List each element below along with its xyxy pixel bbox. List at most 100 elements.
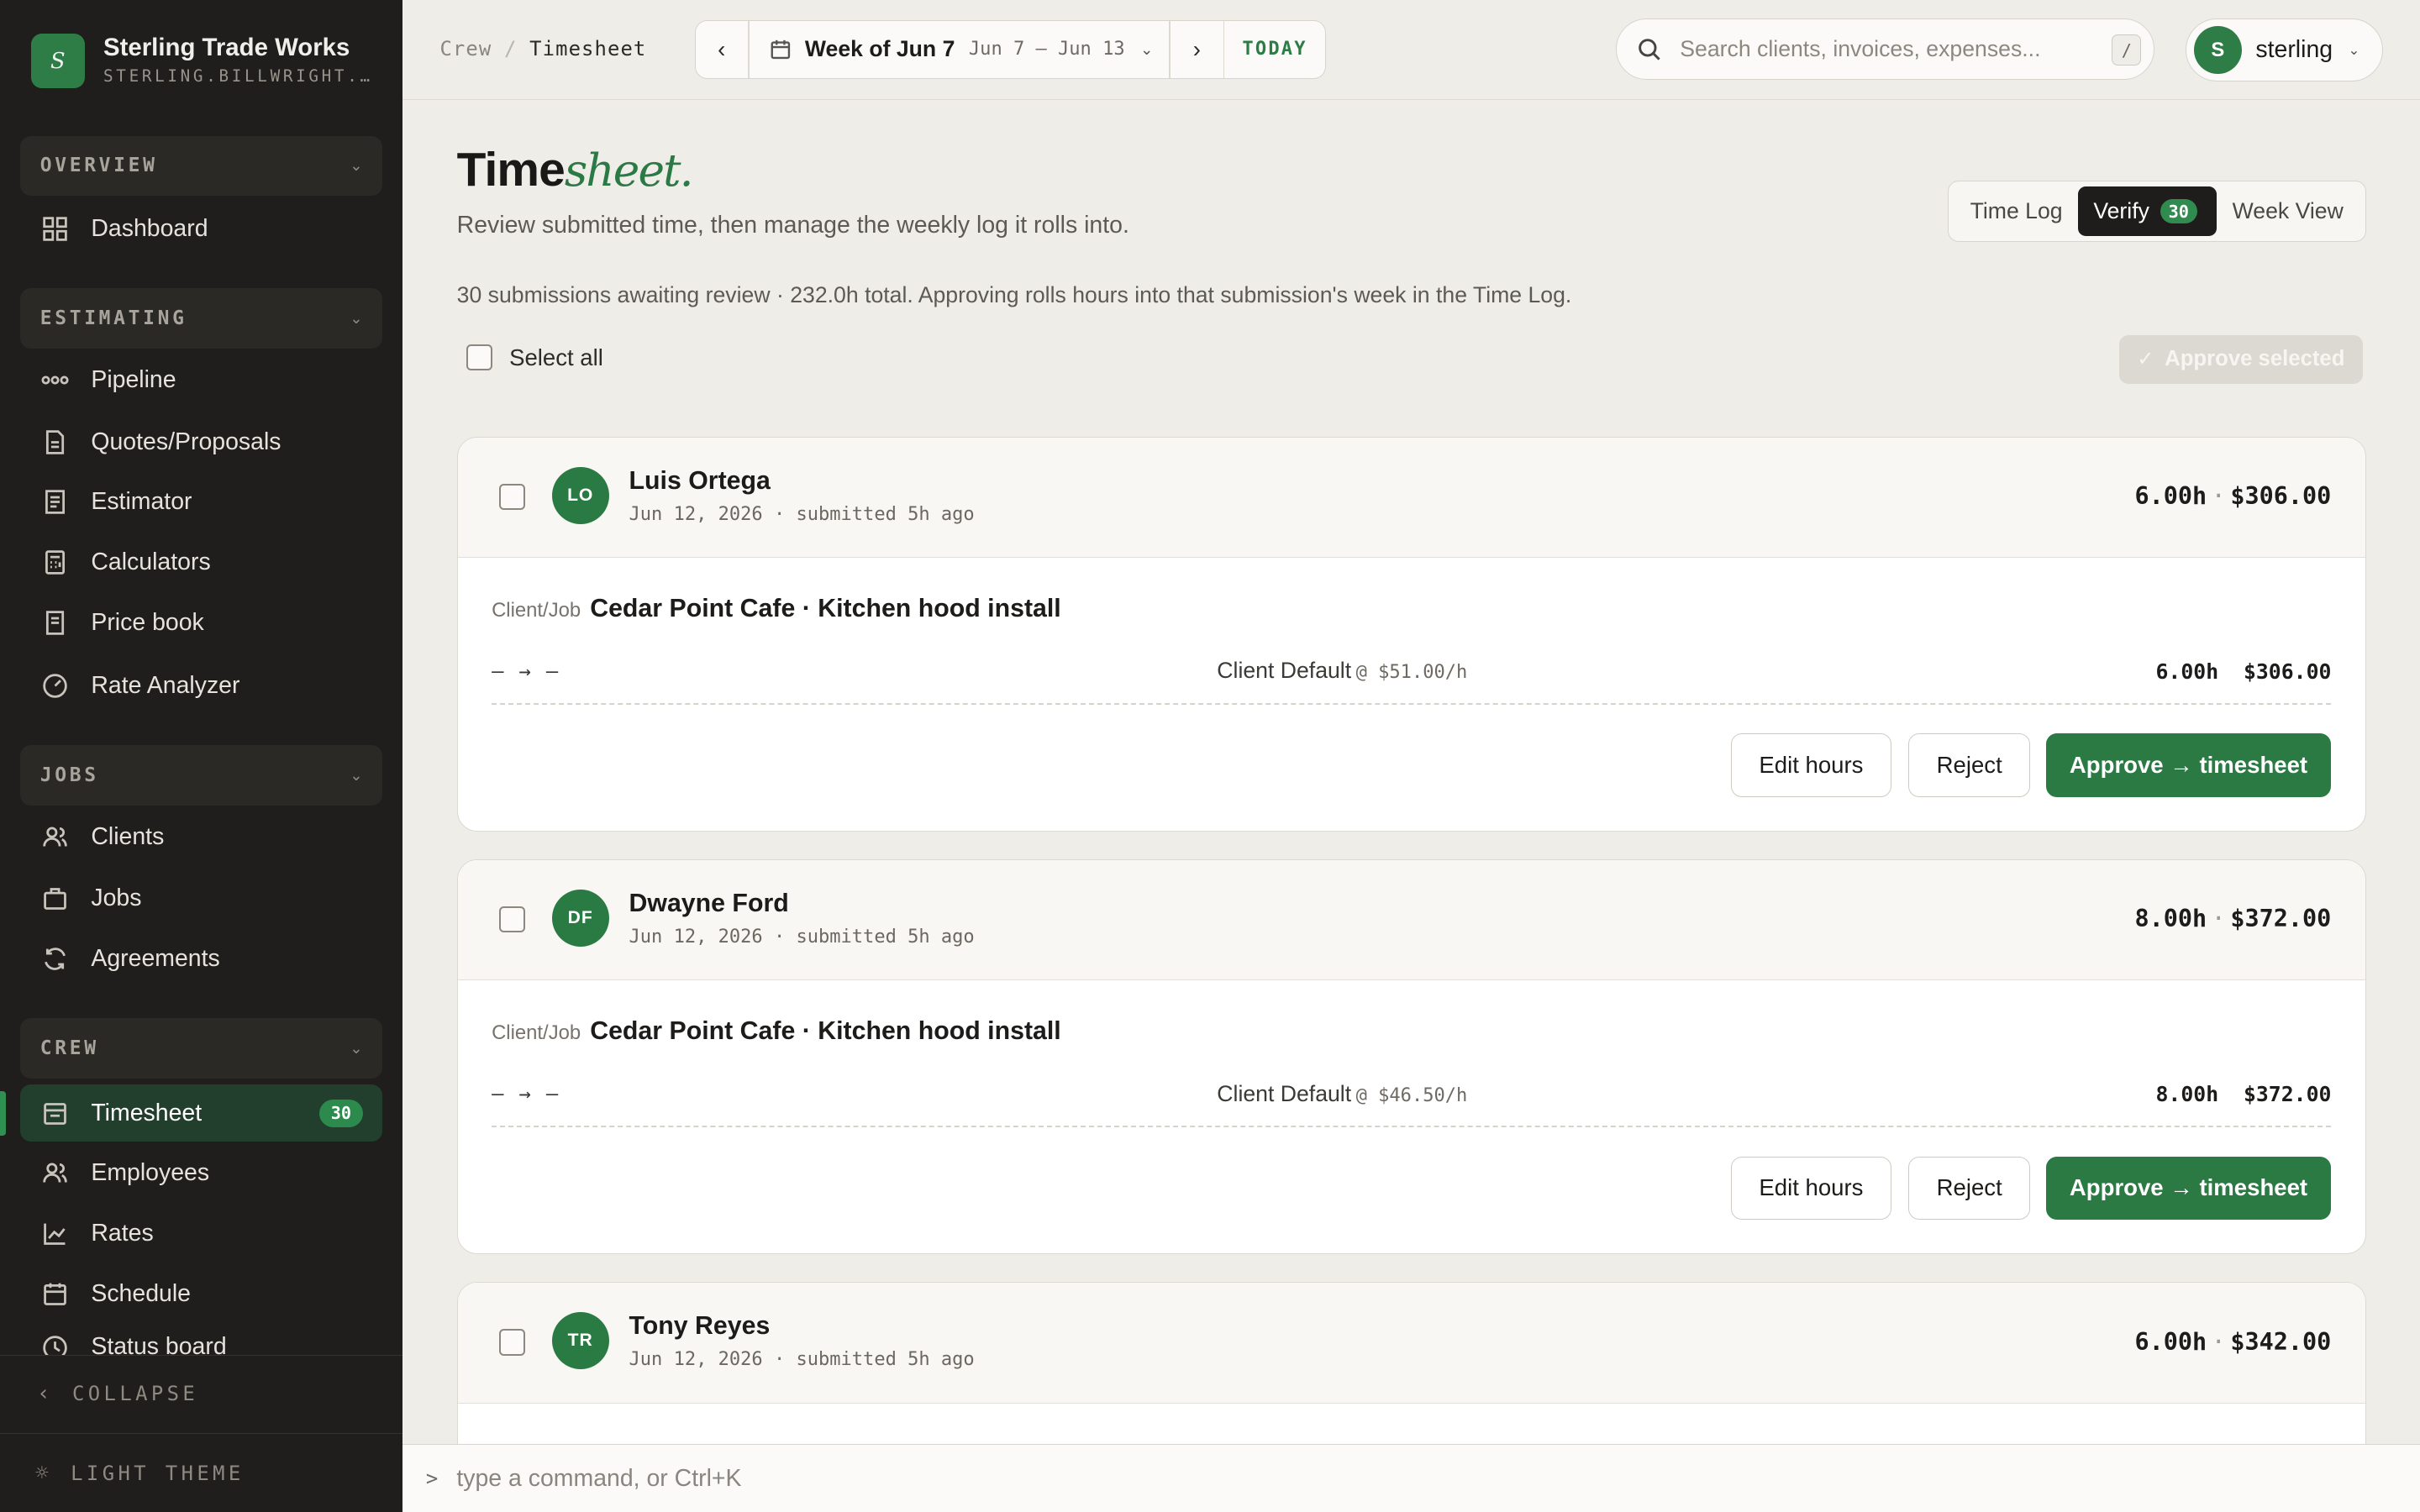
next-week-button[interactable]: ›	[1171, 21, 1223, 78]
submission-checkbox[interactable]	[499, 906, 526, 933]
command-input[interactable]: type a command, or Ctrl+K	[456, 1465, 741, 1493]
reject-button[interactable]: Reject	[1908, 733, 2031, 797]
page-title-main: Time	[456, 142, 566, 197]
section-estimating[interactable]: ESTIMATING ⌄	[19, 288, 383, 349]
sidebar-item-dashboard[interactable]: Dashboard	[20, 201, 383, 258]
time-entry-row: — → — Client Default @ $46.50/h 8.00h $37…	[492, 1074, 2332, 1127]
users-icon	[40, 1158, 70, 1188]
tab-week-view[interactable]: Week View	[2217, 186, 2359, 236]
sidebar-item-price-book[interactable]: Price book	[20, 594, 383, 651]
sidebar-item-rate-analyzer[interactable]: Rate Analyzer	[20, 657, 383, 714]
active-indicator	[0, 1090, 7, 1136]
avatar: S	[2193, 26, 2242, 75]
total-hours: 8.00h	[2134, 905, 2207, 933]
line-amount: $372.00	[2243, 1082, 2332, 1107]
submission-total: 8.00h · $372.00	[2134, 905, 2332, 933]
briefcase-icon	[40, 884, 70, 913]
timesheet-icon	[40, 1099, 70, 1128]
theme-toggle[interactable]: ☼ LIGHT THEME	[0, 1433, 403, 1512]
time-entry-row: — → — Client Default @ $51.00/h 6.00h $30…	[492, 652, 2332, 705]
edit-hours-button[interactable]: Edit hours	[1730, 733, 1891, 797]
sidebar-item-timesheet[interactable]: Timesheet 30	[19, 1084, 383, 1142]
sidebar-item-schedule[interactable]: Schedule	[20, 1265, 383, 1322]
tab-verify[interactable]: Verify 30	[2077, 186, 2217, 236]
section-overview[interactable]: OVERVIEW ⌄	[19, 135, 383, 197]
submission-meta: Jun 12, 2026 · submitted 5h ago	[629, 927, 975, 948]
sidebar-item-estimator[interactable]: Estimator	[20, 474, 383, 531]
approve-button[interactable]: Approve → timesheet	[2045, 733, 2332, 797]
sidebar-item-pipeline[interactable]: Pipeline	[20, 352, 383, 409]
page-subtitle: Review submitted time, then manage the w…	[456, 211, 1129, 239]
sidebar-item-label: Status board	[91, 1332, 227, 1355]
approve-button[interactable]: Approve → timesheet	[2045, 1156, 2332, 1220]
section-title: OVERVIEW	[39, 155, 158, 177]
command-prompt: >	[425, 1467, 439, 1491]
sidebar-item-label: Quotes/Proposals	[91, 428, 281, 455]
breadcrumb-crew[interactable]: Crew	[439, 37, 492, 60]
section-crew[interactable]: CREW ⌄	[19, 1018, 383, 1079]
search-input[interactable]: Search clients, invoices, expenses...	[1680, 36, 2040, 62]
command-bar[interactable]: > type a command, or Ctrl+K	[402, 1444, 2420, 1512]
chevron-down-icon: ⌄	[350, 765, 363, 784]
estimator-icon	[40, 487, 70, 517]
sidebar-item-quotes[interactable]: Quotes/Proposals	[20, 413, 383, 470]
brand-name: Sterling Trade Works	[103, 34, 350, 62]
select-all[interactable]: Select all	[466, 344, 603, 371]
submission-card: LO Luis Ortega Jun 12, 2026 · submitted …	[456, 436, 2366, 832]
page-title: Timesheet.	[456, 142, 694, 197]
week-select[interactable]: Week of Jun 7 Jun 7 – Jun 13 ⌄	[750, 21, 1170, 78]
total-amount: $306.00	[2230, 482, 2332, 511]
submission-checkbox[interactable]	[499, 483, 526, 511]
submission-header: DF Dwayne Ford Jun 12, 2026 · submitted …	[457, 860, 2365, 981]
calculator-icon	[40, 548, 70, 577]
sidebar-item-label: Agreements	[91, 944, 220, 972]
submission-checkbox[interactable]	[499, 1329, 526, 1356]
select-all-checkbox[interactable]	[466, 344, 492, 371]
page-title-italic: sheet.	[564, 144, 694, 197]
employee-name: Tony Reyes	[629, 1312, 771, 1341]
sidebar-item-label: Jobs	[91, 885, 142, 912]
section-jobs[interactable]: JOBS ⌄	[19, 745, 383, 806]
client-job-value: Cedar Point Cafe · Kitchen hood install	[590, 595, 1061, 623]
chevron-down-icon: ⌄	[350, 1039, 363, 1058]
submission-body: Client/Job Cedar Point Cafe · Kitchen hoo…	[458, 558, 2365, 831]
approve-selected-button[interactable]: ✓ Approve selected	[2118, 334, 2363, 385]
gauge-icon	[40, 671, 70, 701]
refresh-icon	[40, 944, 70, 974]
prev-week-button[interactable]: ‹	[696, 21, 748, 78]
view-tabs: Time Log Verify 30 Week View	[1947, 180, 2366, 243]
section-title: ESTIMATING	[39, 307, 187, 330]
global-search[interactable]: Search clients, invoices, expenses... /	[1616, 18, 2155, 81]
submission-meta: Jun 12, 2026 · submitted 5h ago	[629, 503, 975, 525]
total-amount: $342.00	[2230, 1327, 2332, 1356]
sidebar-item-calculators[interactable]: Calculators	[20, 533, 383, 591]
submission-card: DF Dwayne Ford Jun 12, 2026 · submitted …	[456, 859, 2366, 1255]
sidebar-item-jobs[interactable]: Jobs	[20, 870, 383, 927]
collapse-button[interactable]: ‹ COLLAPSE	[0, 1354, 403, 1432]
sun-icon: ☼	[35, 1460, 53, 1486]
tab-time-log[interactable]: Time Log	[1954, 186, 2078, 236]
rate-name: Client Default	[1217, 658, 1352, 684]
sidebar-item-agreements[interactable]: Agreements	[20, 931, 383, 988]
sidebar-item-employees[interactable]: Employees	[20, 1145, 383, 1202]
avatar: DF	[551, 889, 609, 947]
total-hours: 6.00h	[2134, 482, 2207, 511]
avatar: LO	[551, 466, 609, 524]
brand[interactable]: S Sterling Trade Works STERLING.BILLWRIG…	[30, 31, 386, 92]
user-menu[interactable]: S sterling ⌄	[2185, 18, 2383, 82]
today-button[interactable]: TODAY	[1224, 39, 1324, 60]
sidebar-item-status-board[interactable]: Status board	[20, 1333, 383, 1355]
reject-button[interactable]: Reject	[1908, 1156, 2031, 1220]
sidebar-item-label: Dashboard	[91, 215, 208, 243]
rate: Client Default @ $46.50/h	[1217, 1081, 1467, 1107]
user-name: sterling	[2255, 36, 2333, 64]
pipeline-icon	[40, 365, 70, 395]
time-range: — → —	[492, 659, 560, 684]
sidebar-item-rates[interactable]: Rates	[20, 1205, 383, 1262]
approve-selected-label: Approve selected	[2165, 347, 2345, 371]
chart-line-icon	[40, 1219, 70, 1248]
edit-hours-button[interactable]: Edit hours	[1730, 1156, 1891, 1220]
week-range: Jun 7 – Jun 13	[968, 39, 1125, 60]
search-shortcut: /	[2112, 34, 2142, 66]
sidebar-item-clients[interactable]: Clients	[20, 808, 383, 865]
